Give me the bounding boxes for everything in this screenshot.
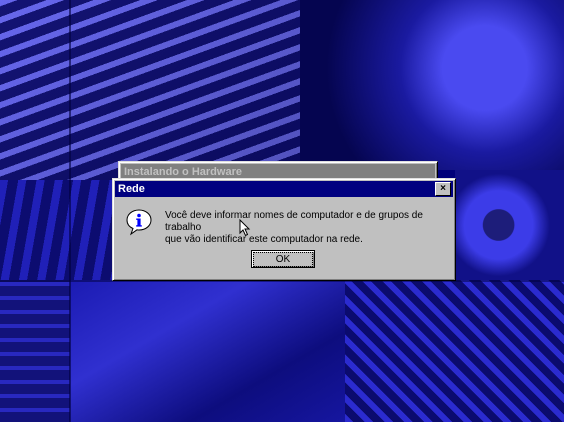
ok-button-label: OK bbox=[252, 251, 314, 267]
close-button[interactable]: × bbox=[435, 182, 451, 196]
network-dialog: Rede × Você deve informar nomes de compu… bbox=[112, 178, 456, 281]
mouse-pointer-icon bbox=[239, 219, 251, 237]
parent-window-title: Instalando o Hardware bbox=[124, 166, 242, 178]
dialog-message: Você deve informar nomes de computador e… bbox=[165, 210, 450, 246]
dialog-title: Rede bbox=[118, 183, 145, 195]
dialog-title-bar[interactable]: Rede × bbox=[115, 181, 453, 197]
close-icon: × bbox=[440, 183, 446, 194]
dialog-body: Você deve informar nomes de computador e… bbox=[113, 199, 455, 279]
message-line-1: Você deve informar nomes de computador e… bbox=[165, 210, 423, 233]
ok-button[interactable]: OK bbox=[251, 250, 315, 268]
message-line-2: que vão identificar este computador na r… bbox=[165, 234, 363, 245]
info-icon bbox=[126, 209, 152, 236]
